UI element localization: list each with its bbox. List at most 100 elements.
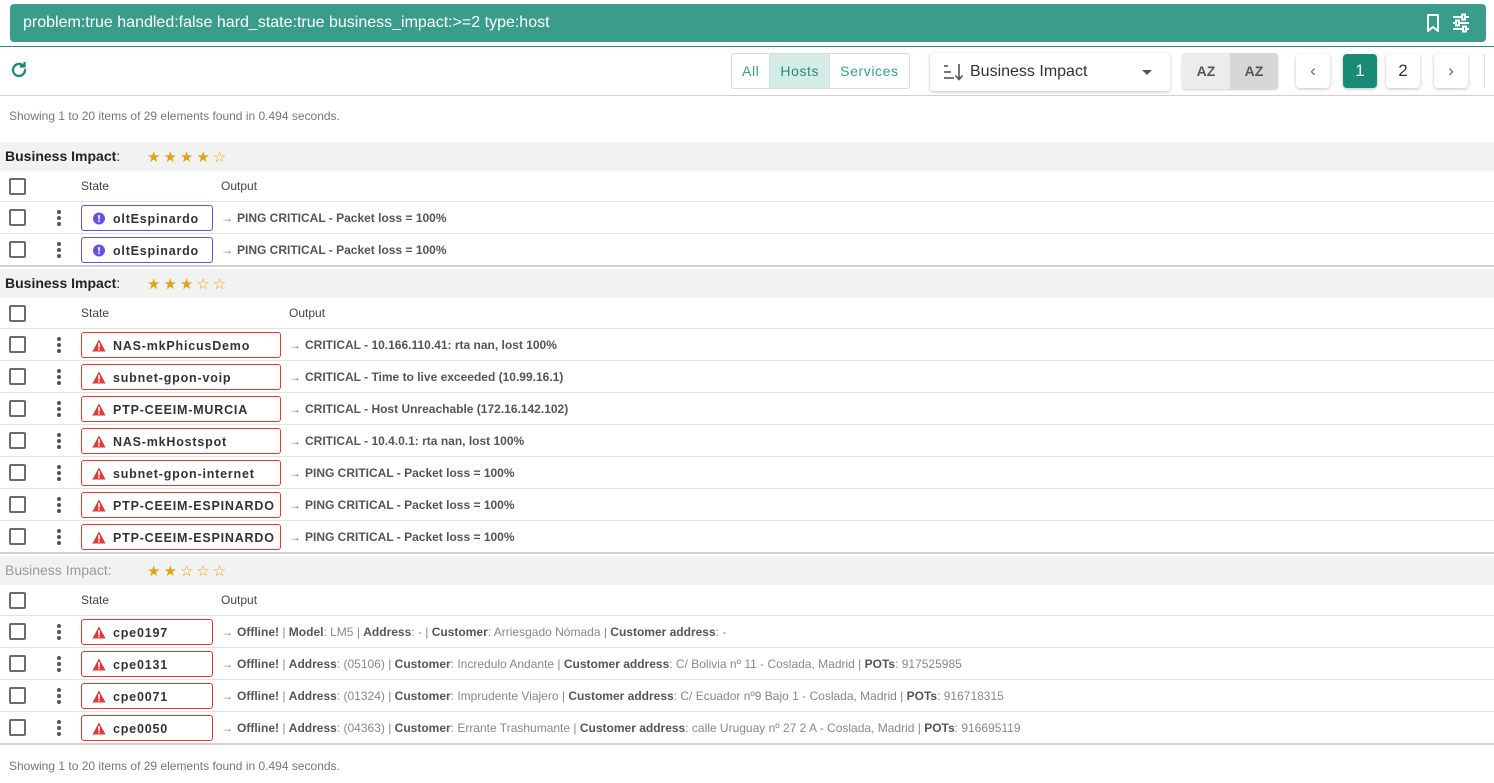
row-checkbox[interactable] xyxy=(9,528,26,545)
row-checkbox[interactable] xyxy=(9,241,26,258)
more-vert-icon[interactable] xyxy=(57,401,61,419)
host-state-badge[interactable]: subnet-gpon-voip xyxy=(81,364,281,390)
select-all-checkbox[interactable] xyxy=(9,178,26,195)
warning-icon xyxy=(92,339,106,352)
host-state-badge[interactable]: NAS-mkPhicusDemo xyxy=(81,332,281,358)
more-vert-icon[interactable] xyxy=(57,369,61,387)
row-checkbox[interactable] xyxy=(9,623,26,640)
arrow-right-icon: → xyxy=(289,530,301,544)
group-header: Business Impact: ★★☆☆☆ xyxy=(0,556,1494,585)
bookmark-icon[interactable] xyxy=(1423,13,1443,33)
sort-select-value: Business Impact xyxy=(970,63,1088,80)
host-name: subnet-gpon-voip xyxy=(113,371,232,385)
column-output: Output xyxy=(289,306,326,320)
host-name: oltEspinardo xyxy=(113,244,199,258)
more-vert-icon[interactable] xyxy=(57,242,61,260)
warning-icon xyxy=(92,467,106,480)
table-row: subnet-gpon-internet → PING CRITICAL - Pac… xyxy=(0,457,1494,489)
group-header: Business Impact: ★★★☆☆ xyxy=(0,269,1494,298)
row-checkbox[interactable] xyxy=(9,432,26,449)
chevron-down-icon xyxy=(1142,70,1152,75)
warning-icon xyxy=(92,531,106,544)
arrow-right-icon: → xyxy=(289,466,301,480)
row-output: → CRITICAL - 10.4.0.1: rta nan, lost 100% xyxy=(289,434,525,448)
row-checkbox[interactable] xyxy=(9,209,26,226)
more-vert-icon[interactable] xyxy=(57,337,61,355)
host-name: cpe0197 xyxy=(113,626,168,640)
host-state-badge[interactable]: cpe0131 xyxy=(81,651,213,677)
row-output: → PING CRITICAL - Packet loss = 100% xyxy=(221,211,447,225)
more-vert-icon[interactable] xyxy=(57,656,61,674)
sort-direction: AZ AZ xyxy=(1182,53,1278,89)
host-state-badge[interactable]: NAS-mkHostspot xyxy=(81,428,281,454)
table-row: PTP-CEEIM-MURCIA → CRITICAL - Host Unreach… xyxy=(0,393,1494,425)
more-vert-icon[interactable] xyxy=(57,688,61,706)
host-name: oltEspinardo xyxy=(113,212,199,226)
arrow-right-icon: → xyxy=(221,721,233,735)
host-state-badge[interactable]: PTP-CEEIM-ESPINARDO xyxy=(81,492,281,518)
arrow-right-icon: → xyxy=(289,402,301,416)
group-title: Business Impact: xyxy=(5,562,112,578)
warning-icon xyxy=(92,499,106,512)
warning-icon xyxy=(92,435,106,448)
more-vert-icon[interactable] xyxy=(57,210,61,228)
row-checkbox[interactable] xyxy=(9,719,26,736)
host-state-badge[interactable]: cpe0050 xyxy=(81,715,213,741)
host-name: cpe0050 xyxy=(113,722,168,736)
page-1-button[interactable]: 1 xyxy=(1343,54,1377,88)
host-state-badge[interactable]: PTP-CEEIM-MURCIA xyxy=(81,396,281,422)
next-page-button[interactable]: › xyxy=(1434,54,1468,88)
row-output: → PING CRITICAL - Packet loss = 100% xyxy=(289,498,515,512)
host-state-badge[interactable]: oltEspinardo xyxy=(81,237,213,263)
sort-select[interactable]: Business Impact xyxy=(930,53,1170,91)
host-state-badge[interactable]: subnet-gpon-internet xyxy=(81,460,281,486)
row-checkbox[interactable] xyxy=(9,496,26,513)
group-title: Business Impact: xyxy=(5,275,121,291)
host-state-badge[interactable]: cpe0197 xyxy=(81,619,213,645)
host-state-badge[interactable]: cpe0071 xyxy=(81,683,213,709)
row-checkbox[interactable] xyxy=(9,687,26,704)
host-state-badge[interactable]: oltEspinardo xyxy=(81,205,213,231)
prev-page-button[interactable]: ‹ xyxy=(1296,54,1330,88)
select-all-checkbox[interactable] xyxy=(9,305,26,322)
more-vert-icon[interactable] xyxy=(57,624,61,642)
column-state: State xyxy=(81,593,110,607)
select-all-checkbox[interactable] xyxy=(9,592,26,609)
group-separator xyxy=(0,743,1494,745)
host-name: cpe0131 xyxy=(113,658,168,672)
search-bar[interactable]: problem:true handled:false hard_state:tr… xyxy=(10,4,1486,42)
arrow-right-icon: → xyxy=(221,689,233,703)
column-header-row: State Output xyxy=(0,298,1494,329)
page-2-button[interactable]: 2 xyxy=(1386,54,1420,88)
table-row: oltEspinardo → PING CRITICAL - Packet loss… xyxy=(0,202,1494,234)
row-checkbox[interactable] xyxy=(9,464,26,481)
row-output: → Offline! | Address: (05106) | Customer:… xyxy=(221,657,962,671)
refresh-icon[interactable] xyxy=(9,60,29,80)
row-checkbox[interactable] xyxy=(9,336,26,353)
sort-ascending-button[interactable]: AZ xyxy=(1182,53,1230,89)
more-vert-icon[interactable] xyxy=(57,720,61,738)
row-checkbox[interactable] xyxy=(9,400,26,417)
table-row: cpe0050 → Offline! | Address: (04363) | Cu… xyxy=(0,712,1494,744)
row-checkbox[interactable] xyxy=(9,655,26,672)
arrow-right-icon: → xyxy=(221,625,233,639)
column-state: State xyxy=(81,306,110,320)
column-header-row: State Output xyxy=(0,171,1494,202)
search-query[interactable]: problem:true handled:false hard_state:tr… xyxy=(23,14,550,32)
filter-settings-icon[interactable] xyxy=(1451,13,1471,33)
row-output: → CRITICAL - 10.166.110.41: rta nan, lost… xyxy=(289,338,557,352)
arrow-right-icon: → xyxy=(221,657,233,671)
host-state-badge[interactable]: PTP-CEEIM-ESPINARDO xyxy=(81,524,281,550)
row-output: → PING CRITICAL - Packet loss = 100% xyxy=(289,466,515,480)
filter-all-button[interactable]: All xyxy=(732,54,771,88)
business-impact-stars: ★★★★☆ xyxy=(147,149,230,166)
more-vert-icon[interactable] xyxy=(57,465,61,483)
more-vert-icon[interactable] xyxy=(57,529,61,547)
filter-services-button[interactable]: Services xyxy=(830,54,908,88)
row-checkbox[interactable] xyxy=(9,368,26,385)
group-separator xyxy=(0,265,1494,267)
more-vert-icon[interactable] xyxy=(57,497,61,515)
sort-descending-button[interactable]: AZ xyxy=(1230,53,1278,89)
more-vert-icon[interactable] xyxy=(57,433,61,451)
filter-hosts-button[interactable]: Hosts xyxy=(770,54,831,88)
